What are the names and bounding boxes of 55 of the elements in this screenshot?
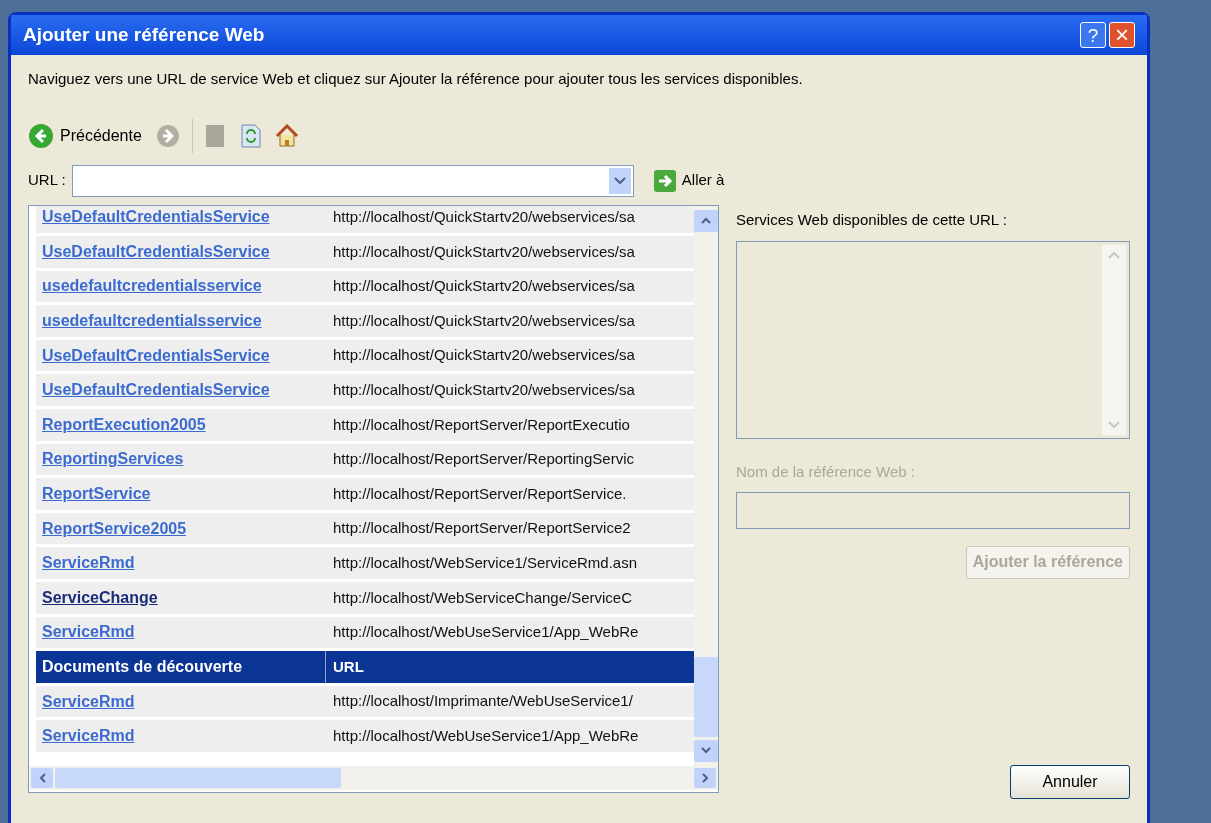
service-link[interactable]: ServiceChange bbox=[36, 585, 326, 610]
url-text: http://localhost/ReportServer/ReportService. bbox=[332, 483, 627, 504]
url-text: http://localhost/QuickStartv20/webservices/sa bbox=[332, 241, 635, 262]
service-link[interactable]: ServiceRmd bbox=[36, 689, 326, 714]
url-text: http://localhost/WebUseService1/App_WebRe bbox=[332, 725, 639, 746]
service-link[interactable]: usedefaultcredentialsservice bbox=[36, 309, 326, 334]
url-text: http://localhost/WebService1/ServiceRmd.asn bbox=[332, 553, 638, 573]
stop-page-icon[interactable] bbox=[204, 123, 225, 148]
url-text: http://localhost/QuickStartv20/webservices/sa bbox=[332, 276, 635, 297]
service-link[interactable]: ReportExecution2005 bbox=[36, 412, 326, 437]
service-link[interactable]: ReportService2005 bbox=[36, 516, 326, 541]
service-link[interactable]: UseDefaultCredentialsService bbox=[36, 343, 326, 368]
column-header: URL bbox=[332, 656, 364, 677]
scroll-right-icon bbox=[701, 772, 709, 783]
scroll-left-icon bbox=[38, 772, 46, 783]
service-link[interactable]: ServiceRmd bbox=[36, 551, 326, 576]
url-text: http://localhost/QuickStartv20/webservices/sa bbox=[332, 207, 635, 228]
back-button[interactable]: Précédente bbox=[28, 122, 142, 149]
scroll-thumb[interactable] bbox=[55, 767, 341, 788]
url-combo-box[interactable] bbox=[71, 164, 634, 197]
reference-name-label: Nom de la référence Web : bbox=[736, 462, 916, 482]
service-link[interactable]: usedefaultcredentialsservice bbox=[36, 274, 326, 299]
url-text: http://localhost/WebServiceChange/ServiceC bbox=[332, 587, 633, 608]
url-text: http://localhost/ReportServer/ReportExecutio bbox=[332, 414, 630, 435]
url-text: http://localhost/ReportServer/ReportService2 bbox=[332, 518, 631, 539]
service-link[interactable]: UseDefaultCredentialsService bbox=[36, 205, 326, 230]
scroll-thumb[interactable] bbox=[694, 656, 718, 737]
services-label: Services Web disponibles de cette URL : bbox=[736, 209, 1008, 230]
service-link[interactable]: ReportService bbox=[36, 482, 326, 507]
vertical-scrollbar[interactable] bbox=[694, 205, 718, 766]
service-link[interactable]: ServiceRmd bbox=[36, 620, 326, 645]
service-link[interactable]: UseDefaultCredentialsService bbox=[36, 239, 326, 264]
horizontal-scrollbar[interactable] bbox=[29, 765, 718, 790]
instruction-text: Naviguez vers une URL de service Web et cliquez sur Ajouter la référence pour ajouter tous les services disponibles. bbox=[28, 69, 804, 89]
close-button[interactable]: × bbox=[1109, 22, 1135, 48]
home-icon[interactable] bbox=[274, 123, 299, 148]
scroll-down-icon bbox=[701, 747, 711, 754]
url-text: http://localhost/QuickStartv20/webservices/sa bbox=[332, 345, 635, 366]
url-text: http://localhost/QuickStartv20/webservices/sa bbox=[332, 380, 635, 400]
help-button[interactable]: ? bbox=[1080, 22, 1106, 48]
go-button[interactable]: Aller à bbox=[653, 169, 725, 192]
url-label: URL : bbox=[28, 170, 66, 191]
service-link[interactable]: UseDefaultCredentialsService bbox=[36, 378, 326, 403]
url-text: http://localhost/QuickStartv20/webservices/sa bbox=[332, 310, 635, 331]
service-link[interactable]: ReportingServices bbox=[36, 447, 326, 472]
window-title: Ajouter une référence Web bbox=[23, 22, 266, 47]
url-text: http://localhost/Imprimante/WebUseService1/ bbox=[332, 691, 633, 712]
service-link[interactable]: ServiceRmd bbox=[36, 724, 326, 749]
url-text: http://localhost/WebUseService1/App_WebRe bbox=[332, 622, 639, 643]
refresh-page-icon[interactable] bbox=[240, 123, 261, 148]
url-text: http://localhost/ReportServer/ReportingServic bbox=[332, 449, 634, 470]
column-header: Documents de découverte bbox=[36, 651, 326, 683]
cancel-button[interactable]: Annuler bbox=[1010, 765, 1130, 799]
dropdown-caret-icon bbox=[613, 176, 626, 185]
scroll-up-icon bbox=[701, 217, 711, 224]
